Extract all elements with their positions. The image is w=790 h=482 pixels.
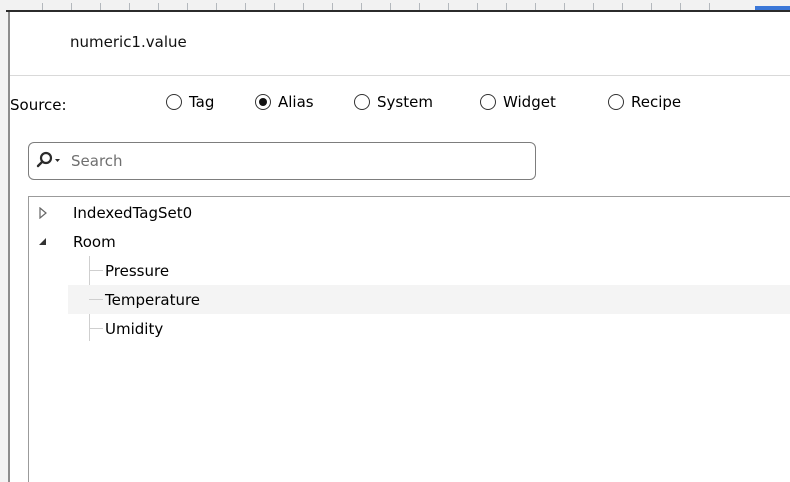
radio-system-label: System: [377, 93, 433, 111]
radio-circle-icon: [608, 94, 624, 110]
left-edge-strip: [0, 12, 8, 482]
window-top-strip: [0, 0, 790, 12]
expand-arrow-icon[interactable]: [37, 207, 49, 219]
tree-item-room[interactable]: Room: [29, 227, 790, 256]
tree-item-label: Room: [73, 232, 116, 251]
search-placeholder: Search: [71, 152, 123, 170]
radio-system[interactable]: System: [354, 93, 433, 111]
radio-circle-icon: [354, 94, 370, 110]
tree-guide-branch: [89, 328, 103, 329]
ruler-ticks: [14, 3, 714, 10]
tree-item-label: Pressure: [105, 261, 170, 280]
radio-recipe[interactable]: Recipe: [608, 93, 681, 111]
source-label: Source:: [10, 96, 67, 114]
search-input[interactable]: Search: [28, 142, 536, 180]
tree-item-pressure[interactable]: Pressure: [29, 256, 790, 285]
dialog-left-border: [8, 12, 10, 482]
tree-item-umidity[interactable]: Umidity: [29, 314, 790, 343]
radio-circle-icon: [166, 94, 182, 110]
radio-widget[interactable]: Widget: [480, 93, 556, 111]
radio-circle-icon: [480, 94, 496, 110]
tree-guide-branch: [89, 299, 103, 300]
tree-item-indexedtagset0[interactable]: IndexedTagSet0: [29, 198, 790, 227]
dialog-title: numeric1.value: [70, 33, 187, 51]
tree-item-temperature[interactable]: Temperature: [68, 285, 790, 314]
radio-recipe-label: Recipe: [631, 93, 682, 111]
radio-alias[interactable]: Alias: [255, 93, 314, 111]
tree-item-label: IndexedTagSet0: [73, 203, 193, 222]
tree-guide-branch: [89, 270, 103, 271]
radio-checked-icon: [255, 94, 271, 110]
alias-tree: IndexedTagSet0 Room Pressure Temperature…: [28, 196, 790, 482]
radio-tag[interactable]: Tag: [166, 93, 214, 111]
title-separator: [10, 75, 790, 76]
search-icon[interactable]: [35, 151, 63, 171]
radio-tag-label: Tag: [189, 93, 215, 111]
collapse-arrow-icon[interactable]: [37, 236, 49, 248]
tree-item-label: Umidity: [105, 319, 164, 338]
radio-alias-label: Alias: [278, 93, 314, 111]
radio-widget-label: Widget: [503, 93, 556, 111]
tree-item-label: Temperature: [105, 290, 201, 309]
